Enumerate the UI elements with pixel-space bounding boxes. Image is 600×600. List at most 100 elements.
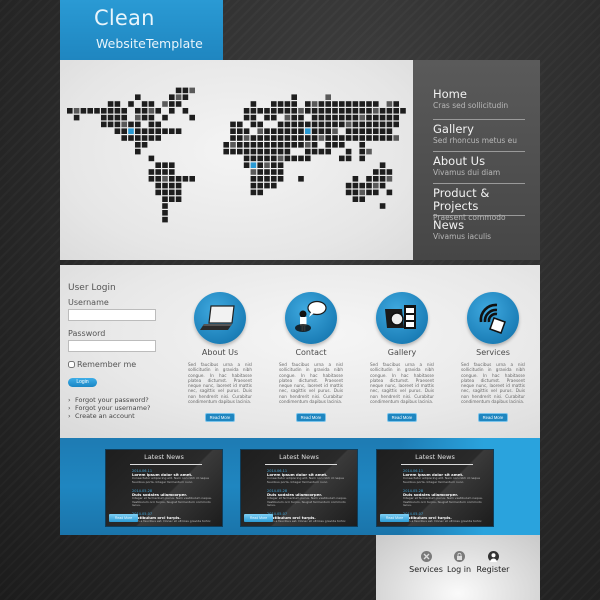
nav-item-about-us[interactable]: About Us Vivamus dui diam	[433, 152, 525, 184]
map-pixel	[148, 135, 155, 141]
map-pixel	[284, 121, 291, 128]
map-pixel	[352, 101, 359, 107]
map-pixel	[257, 155, 263, 162]
map-pixel	[243, 142, 250, 148]
nav-item-home[interactable]: Home Cras sed sollicitudin	[433, 88, 525, 120]
create-account-link[interactable]: › Create an account	[68, 412, 168, 420]
read-more-button[interactable]: Read More	[297, 414, 325, 422]
map-pixel	[352, 189, 359, 196]
map-pixel	[135, 128, 141, 134]
map-pixel	[243, 114, 250, 121]
map-pixel	[189, 114, 195, 121]
map-pixel	[121, 114, 127, 121]
map-pixel	[386, 128, 393, 134]
news-item[interactable]: 2014.06.11 Lorem ipsum dolor sit amet. C…	[403, 469, 483, 485]
read-more-button[interactable]: Read More	[380, 514, 409, 522]
read-more-button[interactable]: Read More	[206, 414, 234, 422]
news-item[interactable]: 2014.06.11 Lorem ipsum dolor sit amet. C…	[267, 469, 347, 485]
map-pixel	[284, 128, 291, 134]
read-more-button[interactable]: Read More	[109, 514, 138, 522]
map-pixel	[250, 101, 257, 107]
nav-item-label: About Us	[433, 154, 486, 168]
map-pixel	[332, 114, 338, 121]
map-pixel	[135, 121, 141, 128]
map-pixel	[373, 114, 379, 121]
nav-item-gallery[interactable]: Gallery Sed rhoncus metus eu	[433, 120, 525, 152]
map-pixel	[305, 142, 311, 148]
map-pixel	[162, 128, 168, 134]
map-pixel	[257, 128, 263, 134]
nav-item-subtitle: Vivamus iaculis	[433, 232, 492, 241]
news-item[interactable]: 2014.06.11 Lorem ipsum dolor sit amet. C…	[132, 469, 212, 485]
map-pixel	[311, 121, 318, 128]
map-pixel	[148, 155, 155, 162]
feature-text: Sed faucibus urna a nisl sollicitudin in…	[461, 362, 525, 405]
forgot-username-link[interactable]: › Forgot your username?	[68, 404, 168, 412]
footer-register[interactable]: Register	[473, 551, 513, 574]
news-item[interactable]: 2014.05.07 Vestibulum orci turpis. Proin…	[267, 512, 347, 524]
map-pixel	[243, 155, 250, 162]
map-pixel	[386, 169, 393, 175]
map-pixel	[141, 128, 148, 134]
link-label: Forgot your username?	[75, 404, 151, 412]
map-pixel	[393, 108, 399, 114]
map-pixel	[379, 128, 386, 134]
map-pixel	[366, 182, 372, 189]
map-pixel	[352, 135, 359, 141]
map-pixel	[264, 108, 270, 114]
site-logo[interactable]: Clean WebsiteTemplate	[60, 0, 223, 60]
map-pixel	[311, 101, 318, 107]
news-item[interactable]: 2014.05.28 Duis sodales ullamcorper. Int…	[267, 489, 347, 508]
map-pixel	[271, 148, 277, 155]
map-pixel	[359, 155, 365, 162]
map-pixel	[230, 121, 236, 128]
username-input[interactable]	[68, 309, 156, 321]
map-pixel	[277, 162, 284, 168]
remember-me[interactable]: Remember me	[68, 360, 168, 369]
map-pixel	[284, 155, 291, 162]
map-pixel	[359, 135, 365, 141]
map-pixel	[277, 169, 284, 175]
map-pixel	[155, 108, 161, 114]
map-pixel	[393, 101, 399, 107]
password-input[interactable]	[68, 340, 156, 352]
person-speech-bubble-icon[interactable]	[285, 292, 337, 344]
map-pixel	[298, 155, 304, 162]
map-pixel	[169, 108, 175, 114]
map-pixel	[318, 108, 325, 114]
footer-label: Log in	[446, 565, 472, 574]
map-pixel	[257, 182, 263, 189]
news-item[interactable]: 2014.05.07 Vestibulum orci turpis. Proin…	[132, 512, 212, 524]
read-more-button[interactable]: Read More	[479, 414, 507, 422]
map-pixel	[257, 176, 263, 182]
map-pixel	[393, 114, 399, 121]
login-button[interactable]: Login	[68, 378, 97, 387]
remember-me-checkbox[interactable]	[68, 361, 75, 368]
map-pixel	[257, 148, 263, 155]
map-pixel	[379, 135, 386, 141]
news-body: Integer et fermentum purus. Nam vestibul…	[132, 496, 212, 508]
map-pixel	[101, 108, 107, 114]
news-item[interactable]: 2014.05.07 Vestibulum orci turpis. Proin…	[403, 512, 483, 524]
nav-item-product-projects[interactable]: Product & Projects Praesent commodo	[433, 184, 525, 222]
map-pixel	[271, 142, 277, 148]
map-pixel	[237, 128, 243, 134]
password-label: Password	[68, 329, 106, 338]
map-pixel	[345, 101, 352, 107]
news-item[interactable]: 2014.05.28 Duis sodales ullamcorper. Int…	[403, 489, 483, 508]
forgot-password-link[interactable]: › Forgot your password?	[68, 396, 168, 404]
map-pixel	[332, 135, 338, 141]
map-pixel	[345, 121, 352, 128]
read-more-button[interactable]: Read More	[244, 514, 273, 522]
laptop-icon[interactable]	[194, 292, 246, 344]
map-pixel	[169, 162, 175, 168]
wireless-device-icon[interactable]	[467, 292, 519, 344]
map-pixel	[386, 114, 393, 121]
read-more-button[interactable]: Read More	[388, 414, 416, 422]
camera-film-icon[interactable]	[376, 292, 428, 344]
map-pixel	[345, 182, 352, 189]
map-pixel	[175, 196, 182, 202]
news-item[interactable]: 2014.05.28 Duis sodales ullamcorper. Int…	[132, 489, 212, 508]
map-pixel	[264, 182, 270, 189]
news-body: Consectetur adipiscing elit. Nam non nib…	[403, 476, 481, 484]
